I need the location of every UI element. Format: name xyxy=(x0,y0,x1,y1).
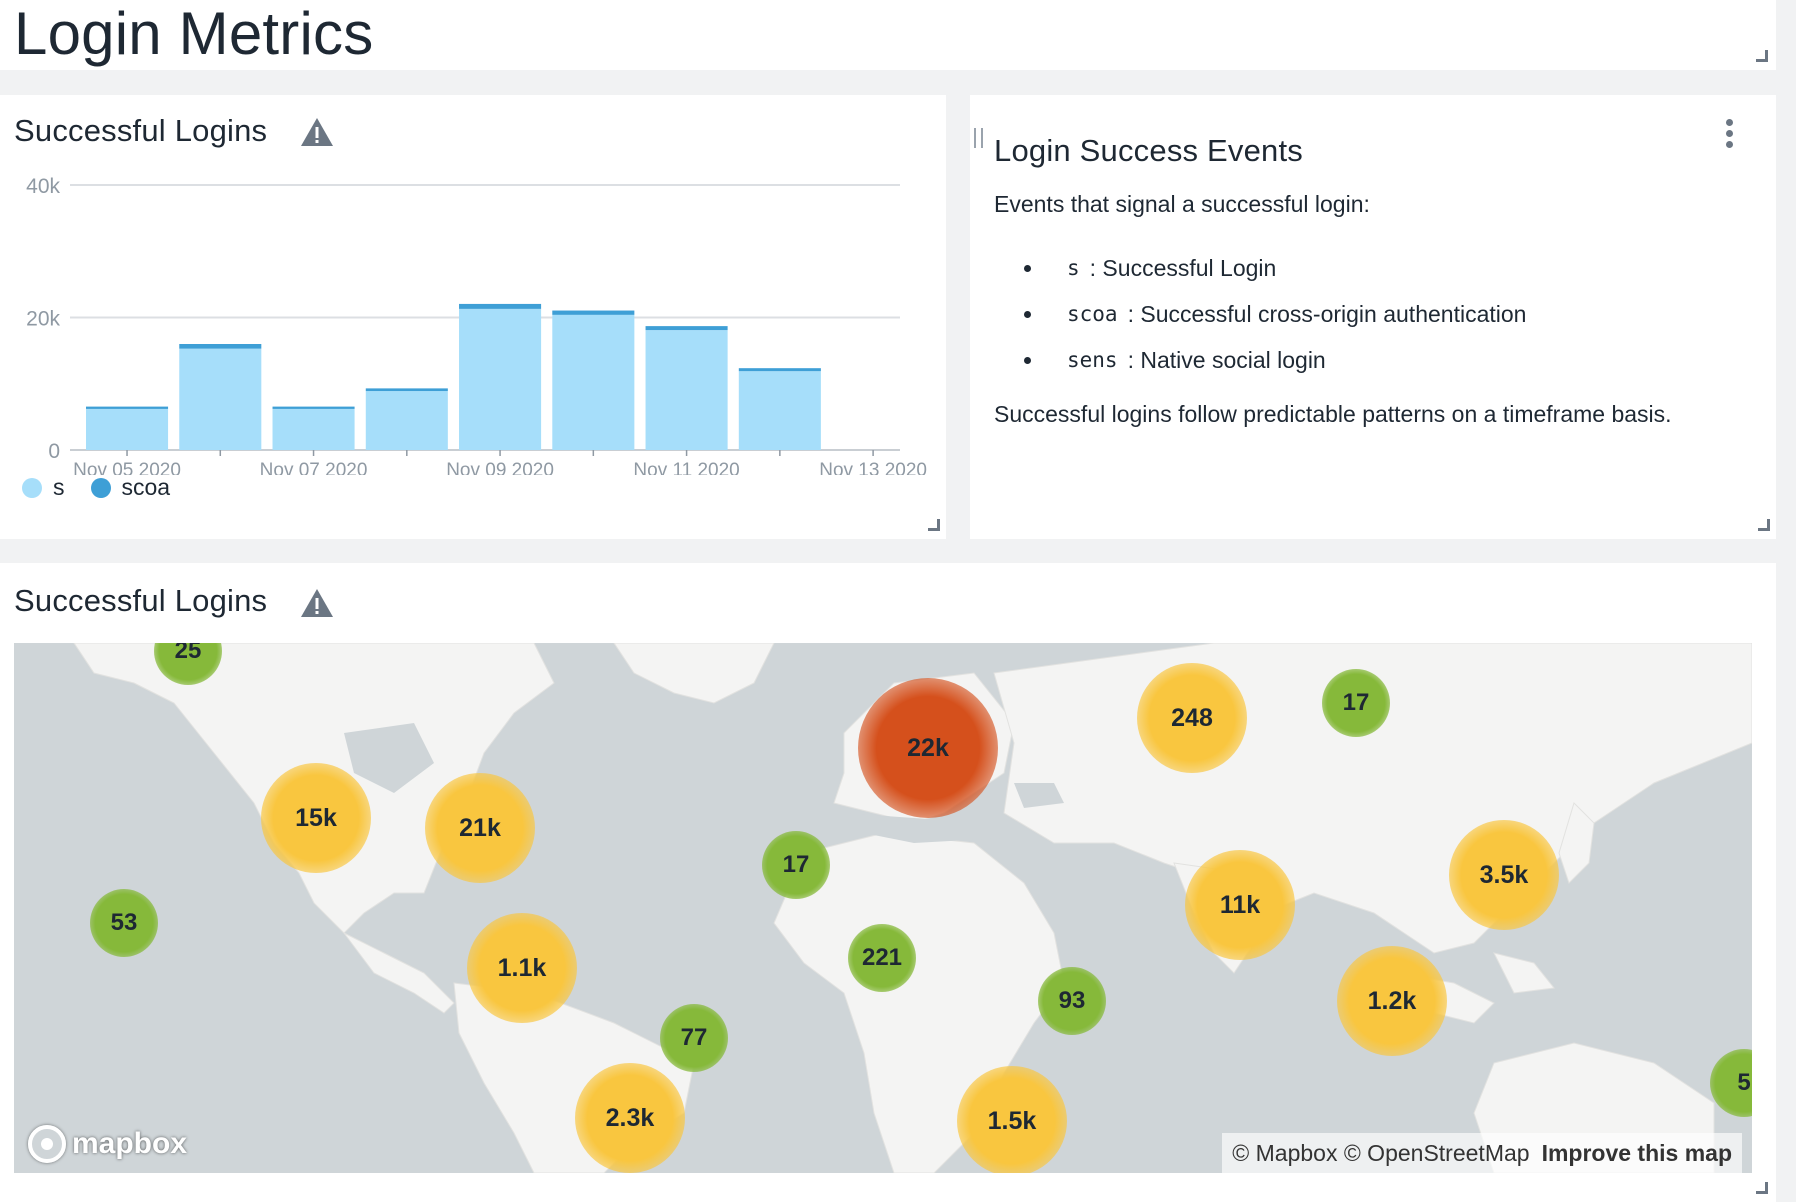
list-item: scoa : Successful cross-origin authentic… xyxy=(1024,291,1526,337)
bar-s xyxy=(738,371,821,450)
bar-scoa xyxy=(459,303,542,309)
resize-handle[interactable] xyxy=(1756,1182,1768,1194)
dashboard-header: Login Metrics xyxy=(0,0,1776,70)
bar-s xyxy=(86,408,169,450)
more-options-icon[interactable] xyxy=(1726,119,1736,149)
event-description: : Successful cross-origin authentication xyxy=(1127,300,1527,327)
map-cluster[interactable]: 93 xyxy=(1038,967,1106,1035)
warning-icon[interactable] xyxy=(300,588,334,618)
legend-dot-scoa xyxy=(90,477,111,498)
map-cluster[interactable]: 11k xyxy=(1185,850,1295,960)
bar-scoa xyxy=(738,368,821,372)
mapbox-logo[interactable]: mapbox xyxy=(28,1125,187,1163)
map-cluster[interactable]: 15k xyxy=(261,763,371,873)
map-cluster[interactable]: 3.5k xyxy=(1449,820,1559,930)
list-item: s : Successful Login xyxy=(1024,245,1526,291)
improve-map-link[interactable]: Improve this map xyxy=(1542,1140,1732,1167)
bar-scoa xyxy=(645,326,728,331)
resize-handle[interactable] xyxy=(1756,50,1768,62)
x-tick-label: Nov 11 2020 xyxy=(633,460,739,475)
event-description: : Native social login xyxy=(1127,346,1326,373)
map-cluster[interactable]: 1.5k xyxy=(957,1066,1067,1173)
list-item: sens : Native social login xyxy=(1024,337,1526,383)
info-footer: Successful logins follow predictable pat… xyxy=(994,401,1672,427)
bar-scoa xyxy=(179,344,262,349)
bar-s xyxy=(365,391,448,450)
y-tick-label: 0 xyxy=(48,440,60,463)
chart-panel: Successful Logins 0 20k 40k Nov 05 2020 Nov … xyxy=(0,95,946,539)
warning-icon[interactable] xyxy=(300,117,334,147)
bullet-icon xyxy=(1024,310,1031,318)
bar-s xyxy=(272,408,355,450)
map-panel: Successful Logins 25 15k 21k 53 1.1k 77 … xyxy=(0,563,1776,1202)
resize-handle[interactable] xyxy=(928,519,940,531)
map-cluster[interactable]: 1.2k xyxy=(1337,946,1447,1056)
map-cluster[interactable]: 2.3k xyxy=(575,1063,685,1173)
x-tick-label: Nov 13 2020 xyxy=(819,460,927,475)
event-list: s : Successful Login scoa : Successful c… xyxy=(1024,245,1526,383)
legend-item-s[interactable]: s xyxy=(22,474,65,501)
info-panel: Login Success Events Events that signal … xyxy=(970,95,1776,539)
map-cluster[interactable]: 17 xyxy=(762,831,830,899)
attribution-text[interactable]: © Mapbox © OpenStreetMap xyxy=(1232,1140,1529,1167)
y-tick-label: 20k xyxy=(26,308,60,331)
bar-s xyxy=(179,348,262,450)
page-title: Login Metrics xyxy=(14,0,374,67)
mapbox-logo-text: mapbox xyxy=(72,1127,188,1160)
map-panel-title: Successful Logins xyxy=(14,583,268,618)
bar-s xyxy=(459,308,542,450)
info-intro: Events that signal a successful login: xyxy=(994,191,1370,217)
map-cluster[interactable]: 17 xyxy=(1322,669,1390,737)
resize-handle[interactable] xyxy=(1758,519,1770,531)
legend-label-scoa: scoa xyxy=(121,474,171,500)
chart-legend: s scoa xyxy=(22,474,196,501)
x-tick-label: Nov 05 2020 xyxy=(73,460,181,475)
bullet-icon xyxy=(1024,264,1031,272)
bar-chart: 0 20k 40k Nov 05 2020 Nov 07 2020 Nov 09 2020… xyxy=(26,175,927,475)
map-cluster[interactable]: 77 xyxy=(660,1004,728,1072)
event-code: sens xyxy=(1067,348,1118,372)
event-description: : Successful Login xyxy=(1089,254,1277,281)
map-cluster[interactable]: 221 xyxy=(848,924,916,992)
mapbox-logo-icon xyxy=(28,1125,66,1163)
map-cluster[interactable]: 22k xyxy=(858,678,998,818)
legend-item-scoa[interactable]: scoa xyxy=(90,474,171,501)
x-tick-label: Nov 09 2020 xyxy=(446,460,554,475)
legend-label-s: s xyxy=(53,474,65,500)
y-tick-label: 40k xyxy=(26,175,60,198)
map-cluster[interactable]: 248 xyxy=(1137,663,1247,773)
bullet-icon xyxy=(1024,356,1031,364)
bar-scoa xyxy=(552,310,635,315)
bar-s xyxy=(645,330,728,450)
legend-dot-s xyxy=(22,477,42,498)
event-code: scoa xyxy=(1067,302,1118,326)
world-map[interactable]: 25 15k 21k 53 1.1k 77 2.3k 17 22k 221 93 1.5k 248 17 1… xyxy=(14,643,1752,1173)
map-attribution: © Mapbox © OpenStreetMap Improve this ma… xyxy=(1222,1133,1742,1173)
event-code: s xyxy=(1067,256,1080,280)
bar-scoa xyxy=(272,406,355,409)
chart-panel-title: Successful Logins xyxy=(14,113,268,148)
drag-grip-icon[interactable] xyxy=(974,128,983,148)
map-cluster[interactable]: 21k xyxy=(425,773,535,883)
bar-scoa xyxy=(86,406,169,409)
map-cluster[interactable]: 1.1k xyxy=(467,913,577,1023)
bar-scoa xyxy=(365,388,448,392)
map-cluster[interactable]: 53 xyxy=(90,889,158,957)
info-panel-title: Login Success Events xyxy=(994,133,1304,168)
x-tick-label: Nov 07 2020 xyxy=(260,460,368,475)
bar-s xyxy=(552,314,635,450)
